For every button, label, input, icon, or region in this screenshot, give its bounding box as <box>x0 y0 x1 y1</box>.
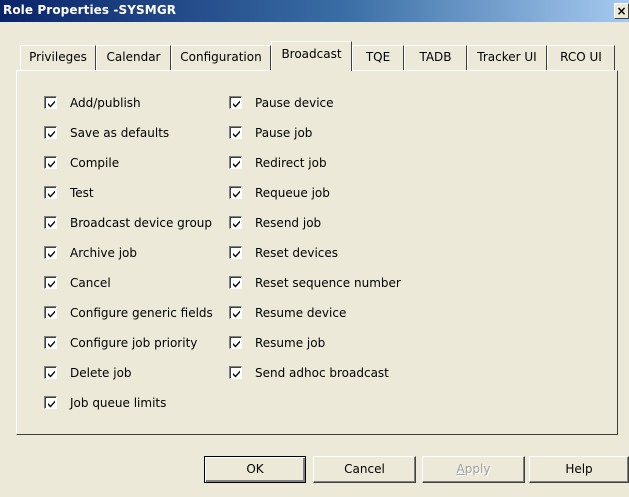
checkbox-box[interactable] <box>44 186 57 199</box>
checkmark-icon <box>233 310 240 318</box>
checkbox-label: Resume job <box>255 336 326 350</box>
checkmark-icon <box>48 340 55 348</box>
help-button-label: Help <box>565 462 593 476</box>
cancel-button[interactable]: Cancel <box>313 456 416 483</box>
checkbox-label: Reset sequence number <box>255 276 401 290</box>
role-properties-dialog: Role Properties -SYSMGR × Privileges Cal… <box>0 0 629 497</box>
checkbox-label: Add/publish <box>70 96 141 110</box>
title-bar[interactable]: Role Properties -SYSMGR × <box>0 0 629 22</box>
tab-rco-ui[interactable]: RCO UI <box>547 45 615 70</box>
checkbox-box[interactable] <box>229 276 242 289</box>
checkbox-label: Broadcast device group <box>70 216 213 230</box>
checkmark-icon <box>48 160 55 168</box>
checkbox-box[interactable] <box>44 336 57 349</box>
checkbox-label: Pause device <box>255 96 334 110</box>
tab-label: TADB <box>419 50 452 64</box>
checkbox-label: Delete job <box>70 366 132 380</box>
checkmark-icon <box>233 100 240 108</box>
tab-tadb[interactable]: TADB <box>404 45 467 70</box>
checkbox-label: Reset devices <box>255 246 339 260</box>
apply-mnemonic: A <box>456 462 465 476</box>
checkbox-label: Resend job <box>255 216 322 230</box>
checkbox-box[interactable] <box>229 336 242 349</box>
tab-broadcast[interactable]: Broadcast <box>271 41 352 71</box>
tab-label: Broadcast <box>281 47 342 61</box>
tab-label: Tracker UI <box>477 50 537 64</box>
checkmark-icon <box>233 280 240 288</box>
ok-button-label: OK <box>246 462 264 476</box>
tab-label: Configuration <box>180 50 262 64</box>
checkbox-box[interactable] <box>229 306 242 319</box>
checkbox-box[interactable] <box>44 96 57 109</box>
checkbox-box[interactable] <box>229 246 242 259</box>
checkbox-label: Requeue job <box>255 186 330 200</box>
tab-label: Privileges <box>29 50 87 64</box>
checkmark-icon <box>48 370 55 378</box>
checkbox-box[interactable] <box>229 186 242 199</box>
help-button[interactable]: Help <box>529 456 629 483</box>
checkbox-label: Save as defaults <box>70 126 170 140</box>
tab-configuration[interactable]: Configuration <box>171 45 271 70</box>
checkbox-box[interactable] <box>44 366 57 379</box>
checkmark-icon <box>48 280 55 288</box>
checkbox-label: Test <box>70 186 94 200</box>
checkmark-icon <box>48 310 55 318</box>
checkmark-icon <box>48 130 55 138</box>
checkbox-label: Cancel <box>70 276 111 290</box>
checkbox-label: Configure job priority <box>70 336 198 350</box>
checkmark-icon <box>48 100 55 108</box>
tab-tracker-ui[interactable]: Tracker UI <box>467 45 547 70</box>
checkmark-icon <box>48 220 55 228</box>
checkmark-icon <box>233 130 240 138</box>
checkbox-box[interactable] <box>44 126 57 139</box>
tab-label: TQE <box>365 50 391 64</box>
tab-tqe[interactable]: TQE <box>352 45 404 70</box>
checkbox-label: Archive job <box>70 246 138 260</box>
apply-button[interactable]: Apply <box>422 456 525 483</box>
checkmark-icon <box>48 190 55 198</box>
checkbox-box[interactable] <box>44 216 57 229</box>
tab-label: RCO UI <box>560 50 602 64</box>
checkbox-box[interactable] <box>229 216 242 229</box>
broadcast-tab-panel: Add/publish Save as defaults Compile Tes… <box>16 70 618 435</box>
checkbox-label: Job queue limits <box>70 396 167 410</box>
close-button[interactable]: × <box>614 3 629 19</box>
tab-label: Calendar <box>106 50 161 64</box>
checkmark-icon <box>233 160 240 168</box>
window-title: Role Properties -SYSMGR <box>3 3 177 17</box>
checkbox-box[interactable] <box>44 306 57 319</box>
checkmark-icon <box>233 220 240 228</box>
apply-button-label: pply <box>464 462 491 476</box>
checkmark-icon <box>233 190 240 198</box>
close-icon: × <box>616 4 627 18</box>
checkbox-box[interactable] <box>44 246 57 259</box>
checkbox-label: Redirect job <box>255 156 327 170</box>
cancel-button-label: Cancel <box>344 462 385 476</box>
checkbox-label: Resume device <box>255 306 347 320</box>
checkbox-box[interactable] <box>229 96 242 109</box>
checkmark-icon <box>48 400 55 408</box>
checkmark-icon <box>48 250 55 258</box>
checkbox-box[interactable] <box>44 276 57 289</box>
checkmark-icon <box>233 370 240 378</box>
checkmark-icon <box>233 340 240 348</box>
tab-calendar[interactable]: Calendar <box>96 45 171 70</box>
checkbox-box[interactable] <box>229 366 242 379</box>
checkbox-box[interactable] <box>44 156 57 169</box>
checkbox-label: Send adhoc broadcast <box>255 366 389 380</box>
checkmark-icon <box>233 250 240 258</box>
ok-button[interactable]: OK <box>204 456 306 483</box>
checkbox-box[interactable] <box>229 126 242 139</box>
checkbox-box[interactable] <box>44 396 57 409</box>
checkbox-label: Configure generic fields <box>70 306 213 320</box>
checkbox-label: Pause job <box>255 126 313 140</box>
tab-privileges[interactable]: Privileges <box>20 45 96 70</box>
checkbox-label: Compile <box>70 156 120 170</box>
checkbox-box[interactable] <box>229 156 242 169</box>
